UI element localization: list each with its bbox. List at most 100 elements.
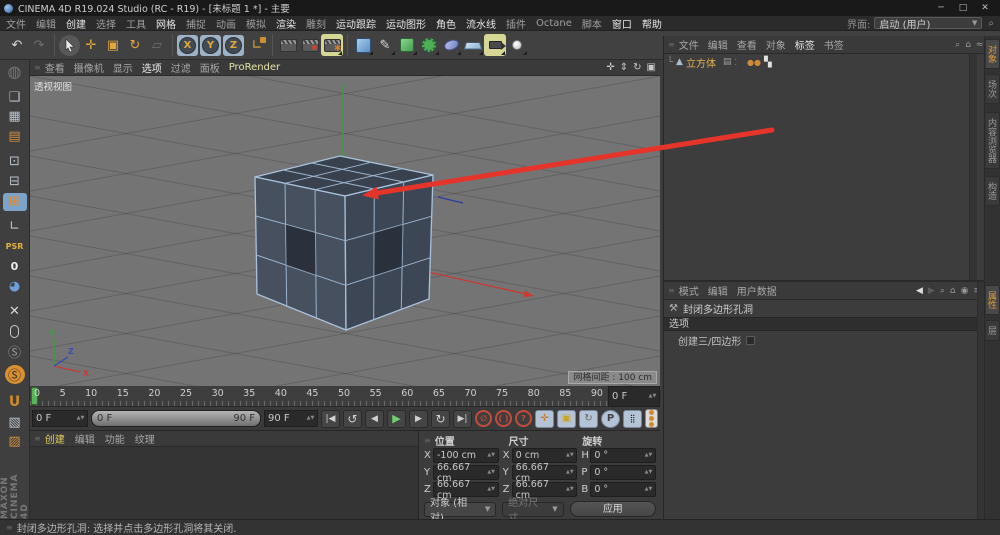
last-tool-button[interactable]: ▱ (146, 34, 168, 56)
menu-octane[interactable]: Octane (536, 18, 572, 29)
spline-pen-button[interactable]: ✎ (374, 34, 396, 56)
active-tool-row[interactable]: ⚒ 封闭多边形孔洞 (664, 300, 985, 317)
vp-menu-filter[interactable]: 过滤 (171, 60, 191, 75)
z-axis-lock-button[interactable]: Z (223, 34, 244, 56)
perspective-viewport[interactable]: ≡ 查看 摄像机 显示 选项 过滤 面板 ProRender ✛ ⇕ ↻ ▣ 透… (30, 60, 660, 386)
om-menu-objects[interactable]: 对象 (766, 37, 786, 52)
vp-menu-prorender[interactable]: ProRender (229, 62, 280, 73)
autokey-s-button[interactable]: Ⓢ (4, 365, 25, 385)
interface-dropdown[interactable]: 启动 (用户) ▼ (874, 17, 983, 31)
object-row-cube[interactable]: └ ▲ 立方体 ▤ ⁚ ●● ▚ (664, 54, 977, 70)
y-axis-lock-button[interactable]: Y (200, 34, 221, 56)
keyframe-s-button[interactable]: Ⓢ (3, 342, 27, 361)
menu-mesh[interactable]: 网格 (156, 16, 176, 31)
mat-menu-edit[interactable]: 编辑 (75, 431, 95, 446)
scale-tool[interactable]: ▣ (102, 34, 124, 56)
render-view-button[interactable] (277, 34, 299, 56)
render-region-button[interactable] (299, 34, 321, 56)
menu-plugins[interactable]: 插件 (506, 16, 526, 31)
mat-menu-create[interactable]: 创建 (45, 431, 65, 446)
menu-pipeline[interactable]: 流水线 (466, 16, 496, 31)
phong-tag-icon[interactable]: ▚ (764, 57, 772, 68)
redo-button[interactable]: ↷ (28, 34, 50, 56)
menu-render[interactable]: 渲染 (276, 16, 296, 31)
om-menu-file[interactable]: 文件 (679, 37, 699, 52)
menu-motion-tracker[interactable]: 运动跟踪 (336, 16, 376, 31)
vp-menu-options[interactable]: 选项 (142, 60, 162, 75)
key-scale-button[interactable]: ▣ (557, 409, 576, 428)
vp-menu-panel[interactable]: 面板 (200, 60, 220, 75)
previous-frame-button[interactable]: ◀ (365, 409, 384, 428)
om-menu-tags[interactable]: 标签 (795, 37, 815, 52)
tab-objects[interactable]: 对象 (986, 39, 1000, 69)
undo-button[interactable]: ↶ (6, 34, 28, 56)
loop-button[interactable]: ↻ (431, 409, 450, 428)
mat-menu-function[interactable]: 功能 (105, 431, 125, 446)
move-tool[interactable]: ✛ (80, 34, 102, 56)
current-frame-field[interactable]: 0 F ▲▼ (32, 410, 88, 427)
minimize-button[interactable]: ─ (930, 3, 952, 13)
rotation-h-field[interactable]: 0 ° ▲▼ (590, 448, 656, 463)
spinner-icon[interactable]: ▲▼ (645, 453, 653, 458)
spinner-icon[interactable]: ▲▼ (566, 453, 574, 458)
mat-menu-texture[interactable]: 纹理 (135, 431, 155, 446)
tab-attributes[interactable]: 属性 (986, 285, 1000, 315)
polygons-mode-button[interactable]: ⊞ (2, 192, 27, 211)
key-position-button[interactable]: ✛ (535, 409, 554, 428)
record-keyframe-button[interactable]: ∅ (475, 410, 492, 427)
edit-state-icon[interactable]: ▤ (723, 57, 732, 67)
rotation-b-field[interactable]: 0 ° ▲▼ (590, 482, 656, 497)
magnet-tool-button[interactable]: U (3, 393, 27, 411)
pan-view-icon[interactable]: ✛ (606, 62, 614, 73)
visibility-dots-icon[interactable]: ⁚ (734, 58, 736, 67)
make-editable-button[interactable]: ◍ (3, 62, 27, 81)
target-icon[interactable]: ◉ (961, 286, 969, 296)
menu-simulate[interactable]: 模拟 (246, 16, 266, 31)
workplane-lock-button[interactable]: ▧ (3, 413, 27, 431)
preview-range-slider[interactable]: 0 F 90 F (91, 410, 261, 427)
vp-menu-display[interactable]: 显示 (113, 60, 133, 75)
menu-script[interactable]: 脚本 (582, 16, 602, 31)
spinner-icon[interactable]: ▲▼ (566, 487, 574, 492)
grip-icon[interactable]: ≡ (34, 63, 41, 72)
timeline-ruler[interactable]: 05 10 15 20 25 30 35 40 45 50 55 60 65 70 75 80… (30, 386, 607, 407)
coord-mode-dropdown[interactable]: 对象 (相对)▼ (424, 498, 497, 524)
frame-field[interactable]: 0 F ▲▼ (608, 386, 660, 407)
home-icon[interactable]: ⌂ (965, 40, 971, 50)
spinner-icon[interactable]: ▲▼ (645, 487, 653, 492)
tab-layers[interactable]: 层 (986, 320, 1000, 341)
play-button[interactable]: ▶ (387, 409, 406, 428)
layer-dots-icon[interactable]: ●● (747, 58, 761, 67)
spinner-icon[interactable]: ▲▼ (487, 453, 495, 458)
x-axis-lock-button[interactable]: X (177, 34, 198, 56)
psr-button[interactable]: PSR (3, 238, 27, 256)
object-name[interactable]: 立方体 (686, 55, 716, 70)
filter-icon[interactable]: ≈ (976, 40, 984, 50)
light-button[interactable] (506, 34, 528, 56)
tab-structure[interactable]: 构造 (986, 176, 1000, 206)
menu-snap[interactable]: 捕捉 (186, 16, 206, 31)
grip-icon[interactable]: ≡ (34, 434, 41, 443)
maximize-button[interactable]: □ (952, 3, 974, 13)
subdivision-surface-button[interactable] (396, 34, 418, 56)
om-menu-bookmarks[interactable]: 书签 (824, 37, 844, 52)
floor-button[interactable] (462, 34, 484, 56)
search-icon[interactable]: ⌕ (955, 40, 960, 50)
search-icon[interactable]: ⌕ (940, 286, 945, 296)
key-pla-button[interactable]: ⣿ (623, 409, 642, 428)
apply-button[interactable]: 应用 (569, 501, 656, 517)
menu-window[interactable]: 窗口 (612, 16, 632, 31)
orbit-view-icon[interactable]: ↻ (633, 62, 641, 73)
menu-select[interactable]: 选择 (96, 16, 116, 31)
keying-help-button[interactable]: ? (515, 410, 532, 427)
grip-icon[interactable]: ≡ (668, 286, 675, 295)
workplane-align-button[interactable]: ▨ (3, 433, 27, 451)
deformer-button[interactable] (418, 34, 440, 56)
menu-character[interactable]: 角色 (436, 16, 456, 31)
workplane-mode-button[interactable]: ▤ (3, 128, 27, 146)
menu-edit[interactable]: 编辑 (36, 16, 56, 31)
spinner-icon[interactable]: ▲▼ (645, 470, 653, 475)
field-button[interactable] (440, 34, 462, 56)
viewport-solo-button[interactable]: ◕ (3, 277, 27, 295)
rotate-tool[interactable]: ↻ (124, 34, 146, 56)
